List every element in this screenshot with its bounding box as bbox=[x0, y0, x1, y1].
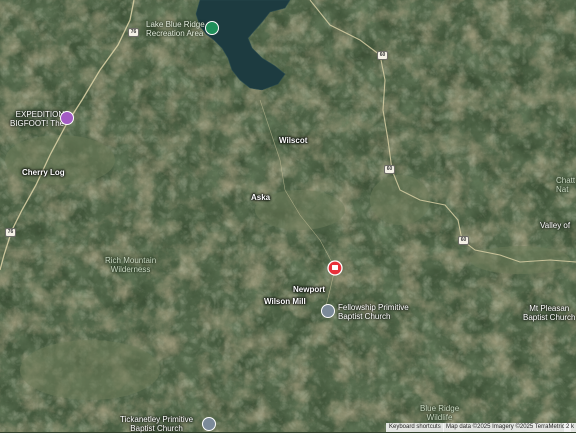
church-icon[interactable] bbox=[321, 304, 335, 318]
town-wilson-mill[interactable]: Wilson Mill bbox=[264, 297, 306, 306]
expedition-bigfoot-label[interactable]: EXPEDITION BIGFOOT! The bbox=[10, 110, 64, 128]
map-data-attribution: Map data ©2025 Imagery ©2025 TerraMetric… bbox=[443, 423, 571, 432]
route-76-shield-left: 76 bbox=[5, 228, 16, 237]
route-60-shield-3: 60 bbox=[458, 236, 469, 245]
town-wilscot[interactable]: Wilscot bbox=[279, 136, 307, 145]
fellowship-church-label[interactable]: Fellowship Primitive Baptist Church bbox=[338, 303, 409, 321]
route-76-shield: 76 bbox=[128, 28, 139, 37]
museum-icon[interactable] bbox=[60, 111, 74, 125]
church-icon-tickanetley[interactable] bbox=[202, 417, 216, 431]
tickanetley-church-label[interactable]: Tickanetley Primitive Baptist Church bbox=[120, 415, 193, 433]
town-aska[interactable]: Aska bbox=[251, 193, 270, 202]
rich-mountain-wilderness-label[interactable]: Rich Mountain Wilderness bbox=[105, 256, 156, 274]
scale-label: 2 k bbox=[564, 423, 576, 432]
recreation-area-icon[interactable] bbox=[205, 21, 219, 35]
selected-location-pin[interactable] bbox=[327, 260, 343, 276]
town-newport[interactable]: Newport bbox=[293, 285, 325, 294]
mt-pleasant-church-label[interactable]: Mt Pleasan Baptist Church bbox=[523, 304, 575, 322]
town-cherry-log[interactable]: Cherry Log bbox=[22, 168, 65, 177]
blue-ridge-wildlife-label[interactable]: Blue Ridge Wildlife bbox=[420, 404, 459, 422]
chatt-nat-label[interactable]: Chatt Nat bbox=[556, 176, 575, 194]
keyboard-shortcuts-link[interactable]: Keyboard shortcuts bbox=[386, 423, 444, 432]
route-60-shield: 60 bbox=[377, 51, 388, 60]
route-60-shield-2: 60 bbox=[384, 165, 395, 174]
valley-of-label[interactable]: Valley of bbox=[540, 221, 570, 230]
satellite-map[interactable] bbox=[0, 0, 576, 432]
lake-recreation-area-label[interactable]: Lake Blue Ridge Recreation Area bbox=[146, 20, 205, 38]
